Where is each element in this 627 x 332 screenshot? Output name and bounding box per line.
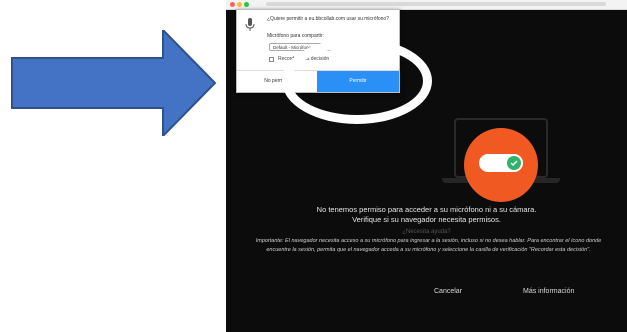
no-permission-subtitle: Verifique si su navegador necesita permi… <box>352 215 501 224</box>
maximize-dot[interactable] <box>244 2 249 7</box>
address-bar[interactable] <box>266 2 606 6</box>
more-info-link[interactable]: Más información <box>523 288 574 295</box>
toggle-knob <box>507 156 521 170</box>
important-note: Importante: El navegador necesita acceso… <box>255 238 602 253</box>
screenshot-frame: ¿Quiere permitir a eu.bbcollab.com usar … <box>226 0 627 332</box>
permission-message: ¿Quiere permitir a eu.bbcollab.com usar … <box>267 16 389 22</box>
annotation-arrow <box>11 30 217 136</box>
help-text: ¿Necesita ayuda? <box>402 229 451 235</box>
toggle-illustration <box>479 154 523 172</box>
microphone-icon <box>245 18 255 31</box>
no-permission-title: No tenemos permiso para acceder a su mic… <box>316 205 537 214</box>
microphone-label: Micrófono para compartir: <box>267 33 324 39</box>
cancel-link[interactable]: Cancelar <box>434 288 462 295</box>
checkmark-icon <box>510 160 518 166</box>
close-dot[interactable] <box>230 2 235 7</box>
minimize-dot[interactable] <box>237 2 242 7</box>
remember-checkbox[interactable] <box>269 57 274 62</box>
highlight-ring <box>282 38 432 124</box>
